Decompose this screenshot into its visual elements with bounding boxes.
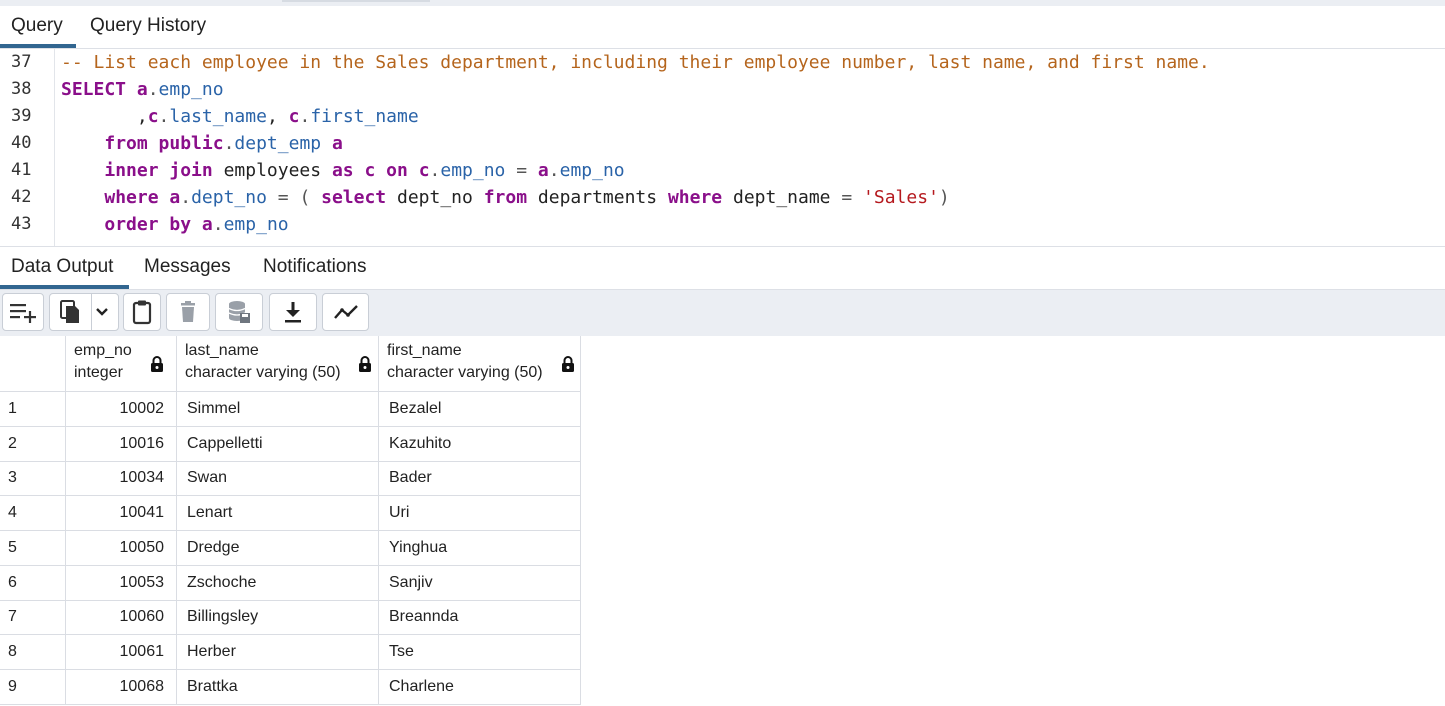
cell-last-name[interactable]: Cappelletti <box>177 426 379 462</box>
cell-first-name[interactable]: Uri <box>379 496 581 532</box>
paste-icon <box>131 299 153 325</box>
tab-query[interactable]: Query <box>0 6 76 48</box>
column-header-last-name[interactable]: last_name character varying (50) <box>177 336 379 392</box>
line-number-gutter: 37 38 39 40 41 42 43 <box>0 49 55 246</box>
cell-last-name[interactable]: Billingsley <box>177 600 379 636</box>
cell-emp-no[interactable]: 10034 <box>66 461 177 497</box>
graph-visualiser-button[interactable] <box>322 293 369 331</box>
row-number[interactable]: 1 <box>0 392 66 427</box>
code-line: SELECT a.emp_no <box>61 79 224 100</box>
top-strip-notch <box>282 0 430 2</box>
lock-icon <box>150 355 164 378</box>
code-line-comment: -- List each employee in the Sales depar… <box>61 52 1210 73</box>
lock-icon <box>358 355 372 378</box>
cell-first-name[interactable]: Bezalel <box>379 392 581 427</box>
code-line: order by a.emp_no <box>104 214 289 235</box>
column-type: integer <box>74 364 123 381</box>
line-number: 39 <box>11 106 32 126</box>
query-tab-bar: Query Query History <box>0 6 1445 49</box>
tab-messages[interactable]: Messages <box>144 247 231 289</box>
paste-button[interactable] <box>123 293 161 331</box>
cell-emp-no[interactable]: 10002 <box>66 392 177 427</box>
row-number-header <box>0 336 66 392</box>
delete-button[interactable] <box>166 293 210 331</box>
cell-last-name[interactable]: Simmel <box>177 392 379 427</box>
cell-first-name[interactable]: Breannda <box>379 600 581 636</box>
row-number[interactable]: 3 <box>0 461 66 497</box>
code-line: where a.dept_no = ( select dept_no from … <box>104 187 950 208</box>
column-type: character varying (50) <box>387 364 543 381</box>
row-number[interactable]: 8 <box>0 634 66 670</box>
column-type: character varying (50) <box>185 364 341 381</box>
column-name: first_name <box>387 342 462 359</box>
download-icon <box>282 300 304 324</box>
line-number: 42 <box>11 187 32 207</box>
cell-last-name[interactable]: Dredge <box>177 530 379 566</box>
cell-first-name[interactable]: Charlene <box>379 669 581 705</box>
row-number[interactable]: 7 <box>0 600 66 636</box>
line-number: 43 <box>11 214 32 234</box>
split-divider <box>91 293 92 331</box>
download-button[interactable] <box>269 293 317 331</box>
column-header-emp-no[interactable]: emp_no integer <box>66 336 177 392</box>
column-header-first-name[interactable]: first_name character varying (50) <box>379 336 581 392</box>
column-name: emp_no <box>74 342 132 359</box>
cell-emp-no[interactable]: 10016 <box>66 426 177 462</box>
cell-emp-no[interactable]: 10041 <box>66 496 177 532</box>
line-number: 40 <box>11 133 32 153</box>
cell-first-name[interactable]: Bader <box>379 461 581 497</box>
save-data-button[interactable] <box>215 293 263 331</box>
add-row-button[interactable] <box>2 293 44 331</box>
tab-notifications[interactable]: Notifications <box>263 247 367 289</box>
cell-last-name[interactable]: Swan <box>177 461 379 497</box>
row-number[interactable]: 2 <box>0 426 66 462</box>
sql-editor[interactable]: 37 38 39 40 41 42 43 -- List each employ… <box>0 49 1445 247</box>
copy-icon <box>59 299 81 325</box>
line-number: 37 <box>11 52 32 72</box>
row-number[interactable]: 6 <box>0 565 66 601</box>
tab-query-history[interactable]: Query History <box>90 6 206 48</box>
code-line: inner join employees as c on c.emp_no = … <box>104 160 625 181</box>
cell-last-name[interactable]: Herber <box>177 634 379 670</box>
copy-button[interactable] <box>49 293 119 331</box>
delete-icon <box>178 300 198 324</box>
code-line: ,c.last_name, c.first_name <box>61 106 419 127</box>
line-number: 38 <box>11 79 32 99</box>
tab-data-output[interactable]: Data Output <box>0 247 129 289</box>
cell-last-name[interactable]: Zschoche <box>177 565 379 601</box>
cell-emp-no[interactable]: 10060 <box>66 600 177 636</box>
column-name: last_name <box>185 342 259 359</box>
cell-emp-no[interactable]: 10068 <box>66 669 177 705</box>
chevron-down-icon[interactable] <box>95 307 109 317</box>
cell-emp-no[interactable]: 10050 <box>66 530 177 566</box>
cell-last-name[interactable]: Brattka <box>177 669 379 705</box>
lock-icon <box>561 355 575 378</box>
row-number[interactable]: 9 <box>0 669 66 705</box>
cell-first-name[interactable]: Tse <box>379 634 581 670</box>
data-output-toolbar <box>0 290 1445 336</box>
cell-emp-no[interactable]: 10053 <box>66 565 177 601</box>
row-number[interactable]: 4 <box>0 496 66 532</box>
cell-emp-no[interactable]: 10061 <box>66 634 177 670</box>
cell-first-name[interactable]: Yinghua <box>379 530 581 566</box>
save-data-icon <box>227 299 251 325</box>
graph-icon <box>333 302 359 322</box>
output-tab-bar: Data Output Messages Notifications <box>0 247 1445 290</box>
line-number: 41 <box>11 160 32 180</box>
cell-first-name[interactable]: Kazuhito <box>379 426 581 462</box>
add-row-icon <box>8 299 38 325</box>
row-number[interactable]: 5 <box>0 530 66 566</box>
cell-first-name[interactable]: Sanjiv <box>379 565 581 601</box>
code-line: from public.dept_emp a <box>104 133 343 154</box>
cell-last-name[interactable]: Lenart <box>177 496 379 532</box>
